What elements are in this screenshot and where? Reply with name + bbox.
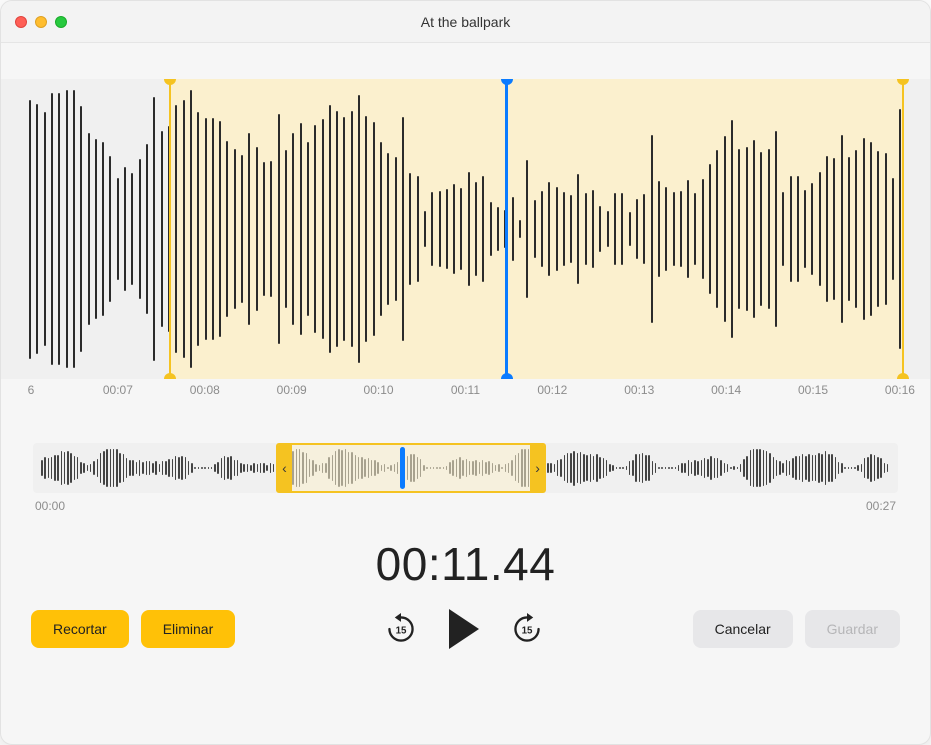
skip-forward-button[interactable]: 15 xyxy=(511,613,543,645)
timeline-tick: 00:10 xyxy=(359,383,399,409)
current-time-display: 00:11.44 xyxy=(29,537,902,591)
window-controls xyxy=(15,16,67,28)
overview-trim-start-handle[interactable]: ‹ xyxy=(276,445,292,491)
timeline-tick: 00:08 xyxy=(185,383,225,409)
trim-button[interactable]: Recortar xyxy=(31,610,129,648)
close-window-button[interactable] xyxy=(15,16,27,28)
titlebar: At the ballpark xyxy=(1,1,930,43)
main-timeline-ticks: 6 00:07 00:08 00:09 00:10 00:11 00:12 00:13 00:1… xyxy=(11,379,920,409)
main-waveform xyxy=(29,89,902,369)
play-button[interactable] xyxy=(449,609,479,649)
overview-selection[interactable]: ‹ › xyxy=(276,443,545,493)
svg-text:15: 15 xyxy=(522,625,533,636)
skip-back-button[interactable]: 15 xyxy=(385,613,417,645)
save-button: Guardar xyxy=(805,610,900,648)
bottom-toolbar: Recortar Eliminar 15 xyxy=(29,609,902,653)
minimize-window-button[interactable] xyxy=(35,16,47,28)
overview-time-labels: 00:00 00:27 xyxy=(35,499,896,513)
trim-start-handle[interactable] xyxy=(169,79,171,379)
overview-end-label: 00:27 xyxy=(866,499,896,513)
svg-text:15: 15 xyxy=(396,625,407,636)
cancel-button[interactable]: Cancelar xyxy=(693,610,793,648)
timeline-tick: 00:16 xyxy=(880,383,920,409)
play-icon xyxy=(449,609,479,649)
timeline-tick: 00:09 xyxy=(272,383,312,409)
timeline-tick: 00:07 xyxy=(98,383,138,409)
timeline-tick: 00:12 xyxy=(532,383,572,409)
timeline-tick: 00:14 xyxy=(706,383,746,409)
delete-button[interactable]: Eliminar xyxy=(141,610,236,648)
overview-waveform-area[interactable]: ‹ › xyxy=(33,443,898,493)
skip-forward-15-icon: 15 xyxy=(511,613,543,645)
timeline-tick: 6 xyxy=(11,383,51,409)
trim-end-handle[interactable] xyxy=(902,79,904,379)
playhead[interactable] xyxy=(505,79,508,379)
overview-trim-end-handle[interactable]: › xyxy=(530,445,546,491)
window-title: At the ballpark xyxy=(1,14,930,30)
timeline-tick: 00:11 xyxy=(445,383,485,409)
voice-memo-edit-window: At the ballpark 6 00:07 00:08 00:09 00:10 00:… xyxy=(0,0,931,745)
main-waveform-area[interactable] xyxy=(1,79,930,379)
overview-playhead[interactable] xyxy=(400,447,405,489)
fullscreen-window-button[interactable] xyxy=(55,16,67,28)
timeline-tick: 00:15 xyxy=(793,383,833,409)
timeline-tick: 00:13 xyxy=(619,383,659,409)
playback-controls: 15 15 xyxy=(385,609,543,649)
edit-buttons: Recortar Eliminar xyxy=(31,610,235,648)
confirm-buttons: Cancelar Guardar xyxy=(693,610,900,648)
editor-content: 6 00:07 00:08 00:09 00:10 00:11 00:12 00:13 00:1… xyxy=(1,43,930,744)
overview-start-label: 00:00 xyxy=(35,499,65,513)
skip-back-15-icon: 15 xyxy=(385,613,417,645)
